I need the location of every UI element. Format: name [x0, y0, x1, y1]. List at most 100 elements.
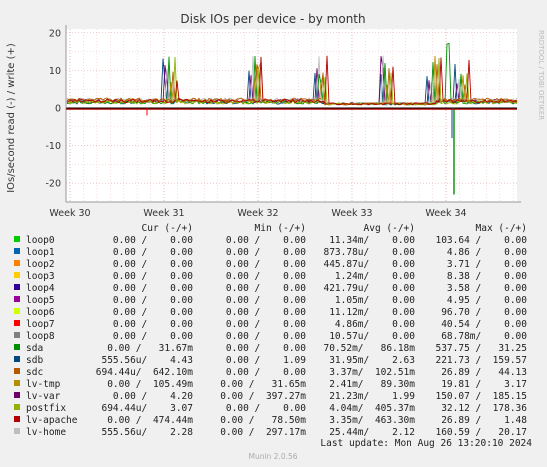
legend-value: 26.89 / 44.13 — [441, 367, 527, 378]
legend-value: 3.58 / 0.00 — [447, 283, 527, 294]
legend-value: 0.00 / 0.00 — [113, 307, 193, 318]
legend-name-sdc: sdc — [26, 367, 43, 378]
legend-name-loop5: loop5 — [26, 295, 55, 306]
legend-value: 445.87u/ 0.00 — [323, 259, 415, 270]
legend-swatch-loop7 — [14, 320, 20, 326]
legend-value: 0.00 / 0.00 — [226, 271, 306, 282]
legend-value: 0.00 / 0.00 — [226, 331, 306, 342]
y-tick-label: 10 — [49, 66, 61, 77]
legend-name-loop7: loop7 — [26, 319, 55, 330]
legend-value: 555.56u/ 4.43 — [101, 355, 193, 366]
legend-value: 0.00 / 0.00 — [226, 283, 306, 294]
legend-value: 694.44u/ 3.07 — [101, 403, 193, 414]
legend-value: 8.38 / 0.00 — [447, 271, 527, 282]
legend-value: 1.05m/ 0.00 — [335, 295, 415, 306]
legend-value: 0.00 / 0.00 — [113, 295, 193, 306]
legend-value: 0.00 / 0.00 — [113, 283, 193, 294]
legend-value: 0.00 / 0.00 — [226, 403, 306, 414]
legend-value: 0.00 / 0.00 — [113, 247, 193, 258]
y-tick-label: -20 — [45, 179, 61, 190]
legend-name-loop2: loop2 — [26, 259, 55, 270]
legend-value: 0.00 / 0.00 — [226, 343, 306, 354]
legend-value: 21.23m/ 1.99 — [329, 391, 415, 402]
legend-swatch-lv-tmp — [14, 380, 20, 386]
x-tick-labels: Week 30 Week 31 Week 32 Week 33 Week 34 — [49, 208, 466, 219]
legend-value: 32.12 / 178.36 — [441, 403, 527, 414]
legend-value: 0.00 / 0.00 — [226, 295, 306, 306]
legend-value: 537.75 / 31.25 — [435, 343, 527, 354]
legend-swatch-loop4 — [14, 284, 20, 290]
munin-graph: Disk IOs per device - by month IOs/secon… — [6, 12, 545, 461]
legend-value: 421.79u/ 0.00 — [323, 283, 415, 294]
legend-swatch-lv-apache — [14, 416, 20, 422]
legend-name-lv-apache: lv-apache — [26, 415, 78, 426]
legend-value: 0.00 / 0.00 — [113, 235, 193, 246]
legend-value: 0.00 / 0.00 — [226, 259, 306, 270]
legend-swatch-loop2 — [14, 260, 20, 266]
legend-value: 70.52m/ 86.18m — [323, 343, 415, 354]
legend-value: 0.00 / 297.17m — [220, 427, 306, 438]
y-tick-label: 0 — [55, 103, 61, 114]
legend-value: 4.86m/ 0.00 — [335, 319, 415, 330]
legend-value: 4.04m/ 405.37m — [329, 403, 415, 414]
legend-name-lv-tmp: lv-tmp — [26, 379, 61, 390]
legend-swatch-lv-home — [14, 428, 20, 434]
legend-value: 96.70 / 0.00 — [441, 307, 527, 318]
legend-swatch-postfix — [14, 404, 20, 410]
x-tick-label: Week 32 — [237, 208, 278, 219]
legend-value: 0.00 / 0.00 — [226, 307, 306, 318]
legend-swatch-lv-var — [14, 392, 20, 398]
legend-name-loop6: loop6 — [26, 307, 55, 318]
legend-value: 694.44u/ 642.10m — [96, 367, 194, 378]
legend-value: 0.00 / 0.00 — [113, 271, 193, 282]
y-tick-label: -10 — [45, 141, 61, 152]
legend-name-loop4: loop4 — [26, 283, 55, 294]
legend-swatch-loop6 — [14, 308, 20, 314]
legend-name-loop8: loop8 — [26, 331, 55, 342]
legend-value: 0.00 / 0.00 — [226, 235, 306, 246]
legend-value: 0.00 / 0.00 — [113, 319, 193, 330]
legend-value: 0.00 / 0.00 — [226, 367, 306, 378]
legend-value: 0.00 / 1.09 — [226, 355, 306, 366]
legend: Cur (-/+) Min (-/+) Avg (-/+) Max (-/+) loop… — [14, 223, 527, 438]
legend-name-postfix: postfix — [26, 403, 66, 414]
x-tick-label: Week 31 — [143, 208, 184, 219]
y-tick-labels: 20 10 0 -10 -20 — [45, 28, 61, 189]
legend-value: 150.07 / 185.15 — [435, 391, 527, 402]
legend-value: 1.24m/ 0.00 — [335, 271, 415, 282]
legend-value: 0.00 / 78.50m — [220, 415, 306, 426]
legend-value: 0.00 / 0.00 — [226, 319, 306, 330]
legend-name-lv-home: lv-home — [26, 427, 66, 438]
legend-value: 3.71 / 0.00 — [447, 259, 527, 270]
legend-value: 0.00 / 0.00 — [226, 247, 306, 258]
legend-value: 555.56u/ 2.28 — [101, 427, 193, 438]
legend-value: 31.95m/ 2.63 — [329, 355, 415, 366]
legend-value: 10.57u/ 0.00 — [329, 331, 415, 342]
legend-swatch-loop8 — [14, 332, 20, 338]
legend-value: 4.86 / 0.00 — [447, 247, 527, 258]
x-tick-label: Week 30 — [49, 208, 90, 219]
legend-value: 160.59 / 20.17 — [435, 427, 527, 438]
legend-name-sda: sda — [26, 343, 43, 354]
legend-header: Min (-/+) — [255, 223, 306, 234]
legend-value: 221.73 / 159.57 — [435, 355, 527, 366]
legend-value: 3.37m/ 102.51m — [329, 367, 415, 378]
legend-swatch-loop1 — [14, 248, 20, 254]
x-tick-label: Week 34 — [425, 208, 466, 219]
legend-swatch-loop0 — [14, 236, 20, 242]
legend-header: Max (-/+) — [476, 223, 527, 234]
chart-title: Disk IOs per device - by month — [180, 12, 365, 26]
legend-value: 11.34m/ 0.00 — [329, 235, 415, 246]
legend-value: 0.00 / 0.00 — [113, 331, 193, 342]
footer-text: Munin 2.0.56 — [248, 452, 297, 461]
legend-value: 103.64 / 0.00 — [435, 235, 527, 246]
legend-value: 68.78m/ 0.00 — [441, 331, 527, 342]
x-tick-label: Week 33 — [331, 208, 372, 219]
legend-swatch-loop5 — [14, 296, 20, 302]
legend-name-lv-var: lv-var — [26, 391, 61, 402]
legend-header: Cur (-/+) — [142, 223, 193, 234]
legend-value: 40.54 / 0.00 — [441, 319, 527, 330]
legend-value: 0.00 / 4.20 — [113, 391, 193, 402]
legend-swatch-sdb — [14, 356, 20, 362]
legend-value: 2.41m/ 89.30m — [329, 379, 415, 390]
